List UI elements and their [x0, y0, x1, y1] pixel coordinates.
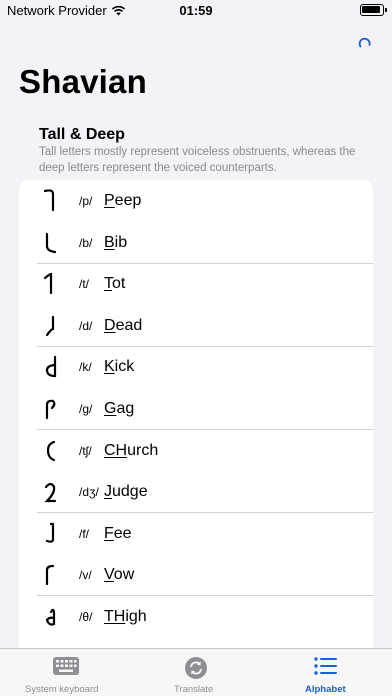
tab-bar: System keyboard Translate Alphabet — [0, 648, 392, 696]
example-word: Dead — [104, 317, 142, 335]
example-word-rest: ag — [116, 400, 135, 417]
shavian-glyph-bib — [45, 232, 57, 253]
example-word-rest: ot — [112, 275, 126, 293]
example-word: THigh — [104, 608, 147, 626]
status-time: 01:59 — [179, 3, 213, 18]
example-word: CHurch — [104, 442, 158, 460]
keyboard-icon — [53, 657, 79, 675]
tab-system-keyboard[interactable]: System keyboard — [18, 649, 114, 696]
letter-row-tot[interactable]: /t/Tot — [19, 263, 373, 305]
ipa-label: /p/ — [79, 194, 93, 208]
example-word-highlight: J — [104, 483, 112, 501]
page-title: Shavian — [19, 63, 147, 100]
example-word-highlight: B — [104, 233, 115, 251]
refresh-icon[interactable] — [356, 34, 374, 52]
section-description: Tall letters mostly represent voiceless … — [39, 146, 356, 174]
example-word: Judge — [104, 483, 148, 501]
letters-list: /p/Peep/b/Bib/t/Tot/d/Dead/k/Kick/g/Gag /… — [19, 180, 373, 650]
status-bar: Network Provider 01:59 — [0, 0, 392, 22]
example-word-rest: igh — [125, 608, 147, 625]
letter-row-vow[interactable]: /v/Vow — [19, 554, 373, 596]
letter-row-peep[interactable]: /p/Peep — [19, 180, 373, 222]
status-right — [360, 4, 387, 16]
tab-label-alphabet: Alphabet — [305, 684, 346, 695]
ipa-label: /dʒ/ — [79, 485, 99, 500]
tab-label-system-keyboard: System keyboard — [25, 684, 99, 695]
ipa-label: /b/ — [79, 235, 93, 250]
example-word-highlight: G — [104, 400, 117, 417]
translate-icon — [185, 657, 207, 679]
shavian-glyph-judge — [44, 483, 57, 503]
example-word-rest: ee — [113, 524, 132, 542]
ipa-label: /g/ — [79, 402, 93, 416]
tab-alphabet[interactable]: Alphabet — [296, 649, 356, 696]
ipa-label: /θ/ — [79, 610, 93, 624]
shavian-glyph-gag — [45, 399, 56, 420]
letter-row-dead[interactable]: /d/Dead — [19, 305, 373, 347]
letter-row-thigh[interactable]: /θ/THigh — [19, 596, 373, 638]
battery-icon — [360, 4, 387, 16]
list-icon — [314, 657, 337, 675]
example-word: Peep — [104, 192, 141, 210]
shavian-glyph-church — [46, 440, 56, 461]
example-word-highlight: V — [104, 566, 114, 584]
tab-label-translate: Translate — [174, 684, 214, 695]
example-word-highlight: TH — [104, 608, 126, 625]
example-word-rest: eep — [114, 192, 142, 209]
example-word-rest: ib — [114, 233, 128, 251]
example-word-rest: udge — [112, 483, 148, 501]
example-word: Vow — [104, 566, 134, 584]
example-word-rest: urch — [127, 441, 159, 459]
shavian-glyph-thigh — [45, 608, 56, 626]
example-word-rest: ow — [113, 566, 135, 584]
letter-row-judge[interactable]: /dʒ/Judge — [19, 471, 373, 513]
ipa-label: /d/ — [79, 318, 93, 333]
tab-translate[interactable]: Translate — [160, 649, 232, 696]
shavian-glyph-kick — [45, 356, 57, 378]
section-title: Tall & Deep — [39, 126, 125, 143]
example-word-highlight: F — [104, 524, 114, 542]
shavian-glyph-peep — [43, 189, 55, 212]
example-word-rest: ick — [114, 358, 135, 376]
example-word-rest: ead — [115, 316, 143, 334]
ipa-label: /tʃ/ — [79, 443, 92, 458]
example-word-highlight: K — [104, 358, 115, 376]
example-word: Tot — [104, 275, 125, 293]
shavian-glyph-vow — [45, 565, 55, 586]
example-word: Kick — [104, 358, 134, 376]
ipa-label: /k/ — [79, 360, 92, 375]
letter-row-bib[interactable]: /b/Bib — [19, 222, 373, 264]
letter-row-gag[interactable]: /g/Gag — [19, 388, 373, 430]
example-word: Gag — [104, 400, 134, 418]
shavian-glyph-fee — [45, 522, 55, 543]
example-word: Bib — [104, 234, 127, 252]
example-word-highlight: D — [104, 316, 116, 334]
ipa-label: /t/ — [79, 277, 90, 292]
shavian-glyph-dead — [45, 315, 55, 336]
letter-row-church[interactable]: /tʃ/CHurch — [19, 430, 373, 472]
ipa-label: /f/ — [79, 526, 90, 541]
example-word-highlight: T — [104, 275, 112, 293]
letter-row-fee[interactable]: /f/Fee — [19, 513, 373, 555]
shavian-glyph-tot — [43, 273, 53, 295]
example-word-highlight: CH — [104, 441, 128, 459]
ipa-label: /v/ — [79, 568, 92, 583]
example-word: Fee — [104, 525, 132, 543]
letter-row-kick[interactable]: /k/Kick — [19, 346, 373, 388]
example-word-highlight: P — [104, 192, 115, 209]
